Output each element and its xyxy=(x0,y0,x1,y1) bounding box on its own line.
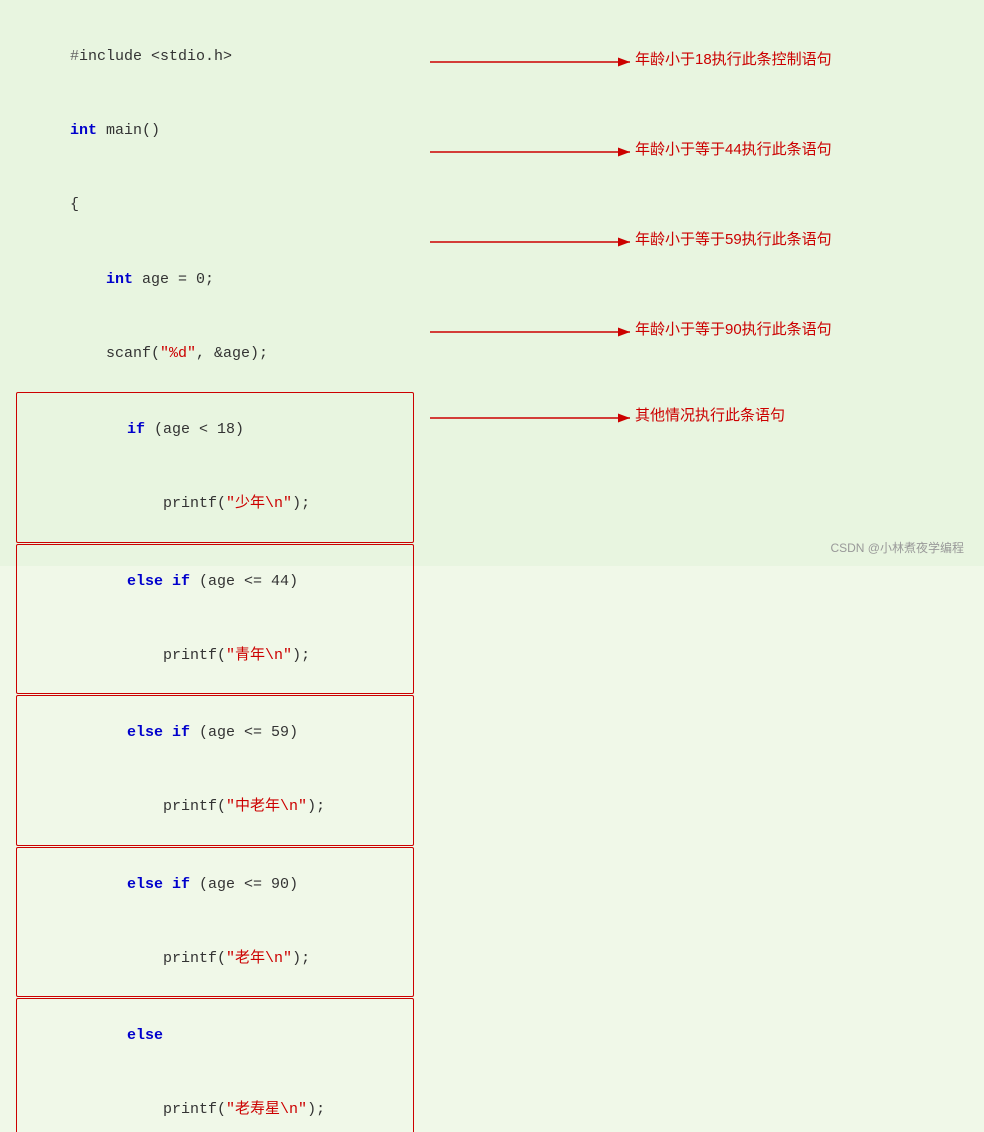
annotation-1: 年龄小于18执行此条控制语句 xyxy=(635,48,832,69)
code-box-5: else printf("老寿星\n"); xyxy=(16,998,414,1132)
code-line-1: #include <stdio.h> xyxy=(16,20,414,94)
code-box-3: else if (age <= 59) printf("中老年\n"); xyxy=(16,695,414,846)
code-box4-line2: printf("老年\n"); xyxy=(19,922,411,996)
code-box-1: if (age < 18) printf("少年\n"); xyxy=(16,392,414,543)
code-box5-line1: else xyxy=(19,999,411,1073)
code-box-2: else if (age <= 44) printf("青年\n"); xyxy=(16,544,414,695)
code-line-5: scanf("%d", &age); xyxy=(16,317,414,391)
annotations-panel: 年龄小于18执行此条控制语句 年龄小于等于44执行此条语句 年龄小于等于59执行… xyxy=(430,10,984,556)
code-line-2: int main() xyxy=(16,94,414,168)
annotation-4: 年龄小于等于90执行此条语句 xyxy=(635,318,832,339)
connectors-svg xyxy=(430,10,984,556)
code-box1-line1: if (age < 18) xyxy=(19,393,411,467)
code-line-3: { xyxy=(16,169,414,243)
annotation-3: 年龄小于等于59执行此条语句 xyxy=(635,228,832,249)
annotation-5: 其他情况执行此条语句 xyxy=(635,404,785,425)
code-box1-line2: printf("少年\n"); xyxy=(19,468,411,542)
watermark: CSDN @小林煮夜学编程 xyxy=(830,539,964,556)
code-box3-line2: printf("中老年\n"); xyxy=(19,771,411,845)
annotation-2: 年龄小于等于44执行此条语句 xyxy=(635,138,832,159)
code-box2-line2: printf("青年\n"); xyxy=(19,619,411,693)
code-box3-line1: else if (age <= 59) xyxy=(19,696,411,770)
code-line-4: int age = 0; xyxy=(16,243,414,317)
code-box-4: else if (age <= 90) printf("老年\n"); xyxy=(16,847,414,998)
code-box4-line1: else if (age <= 90) xyxy=(19,848,411,922)
code-box2-line1: else if (age <= 44) xyxy=(19,545,411,619)
code-box5-line2: printf("老寿星\n"); xyxy=(19,1074,411,1132)
code-panel: #include <stdio.h> int main() { int age … xyxy=(0,10,430,556)
main-container: #include <stdio.h> int main() { int age … xyxy=(0,0,984,566)
